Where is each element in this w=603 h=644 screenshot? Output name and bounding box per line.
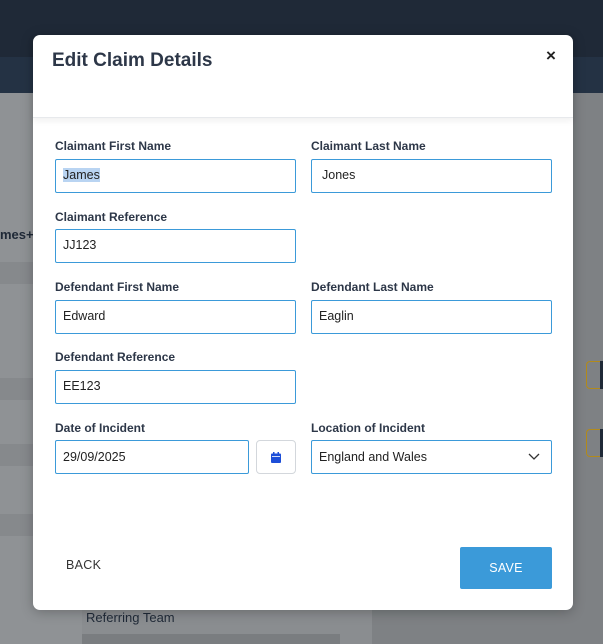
date-of-incident-input[interactable]: 29/09/2025 [55,440,249,474]
close-icon[interactable]: × [544,46,558,66]
defendant-first-name-input[interactable]: Edward [55,300,296,334]
claimant-reference-label: Claimant Reference [55,210,168,224]
location-of-incident-label: Location of Incident [311,421,425,435]
claimant-reference-input[interactable]: JJ123 [55,229,296,263]
date-of-incident-value: 29/09/2025 [63,450,126,464]
claimant-last-name-label: Claimant Last Name [311,139,426,153]
claimant-last-name-input[interactable]: Jones [311,159,552,193]
calendar-button[interactable] [256,440,296,474]
claimant-last-name-value: Jones [322,168,356,182]
date-of-incident-label: Date of Incident [55,421,146,435]
defendant-first-name-label: Defendant First Name [55,280,180,294]
claimant-first-name-value: James [63,168,100,182]
bg-referring-team-label: Referring Team [86,610,175,625]
bg-field-edge [586,361,600,389]
edit-claim-modal: Edit Claim Details × Claimant First Name… [33,35,573,610]
chevron-down-icon [528,453,540,460]
defendant-last-name-input[interactable]: Eaglin [311,300,552,334]
bg-bottom-bar [82,634,340,644]
modal-header: Edit Claim Details × [33,35,573,118]
modal-title: Edit Claim Details [52,50,213,71]
bg-field-edge [586,429,600,457]
defendant-reference-value: EE123 [63,379,101,393]
back-button[interactable]: BACK [66,558,101,572]
calendar-icon [271,451,281,463]
save-button[interactable]: SAVE [460,547,552,589]
claimant-first-name-input[interactable]: James [55,159,296,193]
defendant-reference-label: Defendant Reference [55,350,176,364]
defendant-last-name-label: Defendant Last Name [311,280,434,294]
location-of-incident-value: England and Wales [319,450,427,464]
defendant-reference-input[interactable]: EE123 [55,370,296,404]
location-of-incident-select[interactable]: England and Wales [311,440,552,474]
defendant-last-name-value: Eaglin [319,309,354,323]
claimant-reference-value: JJ123 [63,238,97,252]
defendant-first-name-value: Edward [63,309,106,323]
claimant-first-name-label: Claimant First Name [55,139,172,153]
